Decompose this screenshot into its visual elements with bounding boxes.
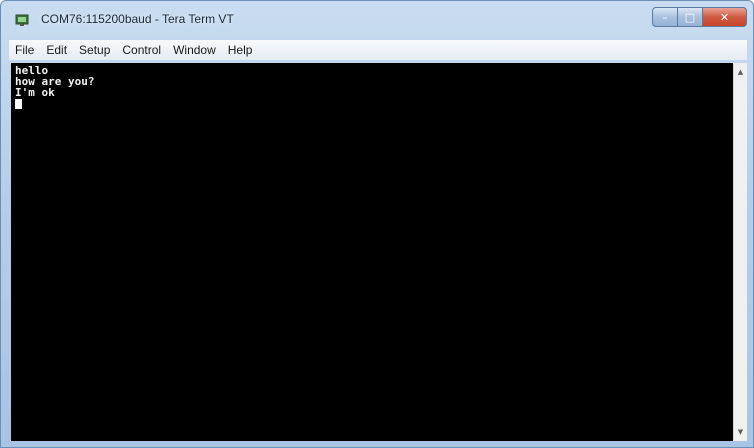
minimize-button[interactable]: – — [652, 7, 678, 27]
terminal-output: hello how are you? I'm ok — [15, 65, 94, 109]
menu-window[interactable]: Window — [167, 40, 222, 60]
window-controls: – □ ✕ — [652, 7, 747, 27]
vertical-scrollbar[interactable]: ▲ ▼ — [733, 63, 747, 441]
menu-edit[interactable]: Edit — [40, 40, 73, 60]
close-button[interactable]: ✕ — [703, 7, 747, 27]
terminal-line: I'm ok — [15, 86, 55, 99]
menu-bar: File Edit Setup Control Window Help — [9, 40, 747, 60]
scroll-up-icon[interactable]: ▲ — [734, 65, 747, 79]
window-title: COM76:115200baud - Tera Term VT — [41, 12, 234, 26]
terminal-screen[interactable]: hello how are you? I'm ok — [11, 63, 733, 441]
close-icon: ✕ — [719, 10, 730, 24]
minimize-icon: – — [662, 10, 668, 24]
tera-term-window: COM76:115200baud - Tera Term VT – □ ✕ Fi… — [0, 0, 754, 448]
menu-control[interactable]: Control — [116, 40, 167, 60]
menu-help[interactable]: Help — [222, 40, 259, 60]
maximize-button[interactable]: □ — [678, 7, 703, 27]
maximize-icon: □ — [684, 10, 696, 24]
title-bar[interactable]: COM76:115200baud - Tera Term VT – □ ✕ — [1, 1, 753, 37]
scroll-down-icon[interactable]: ▼ — [734, 425, 747, 439]
tera-term-icon[interactable] — [15, 12, 31, 26]
menu-setup[interactable]: Setup — [73, 40, 116, 60]
menu-file[interactable]: File — [9, 40, 40, 60]
terminal-cursor — [15, 99, 22, 109]
window-frame-bottom — [1, 441, 753, 447]
